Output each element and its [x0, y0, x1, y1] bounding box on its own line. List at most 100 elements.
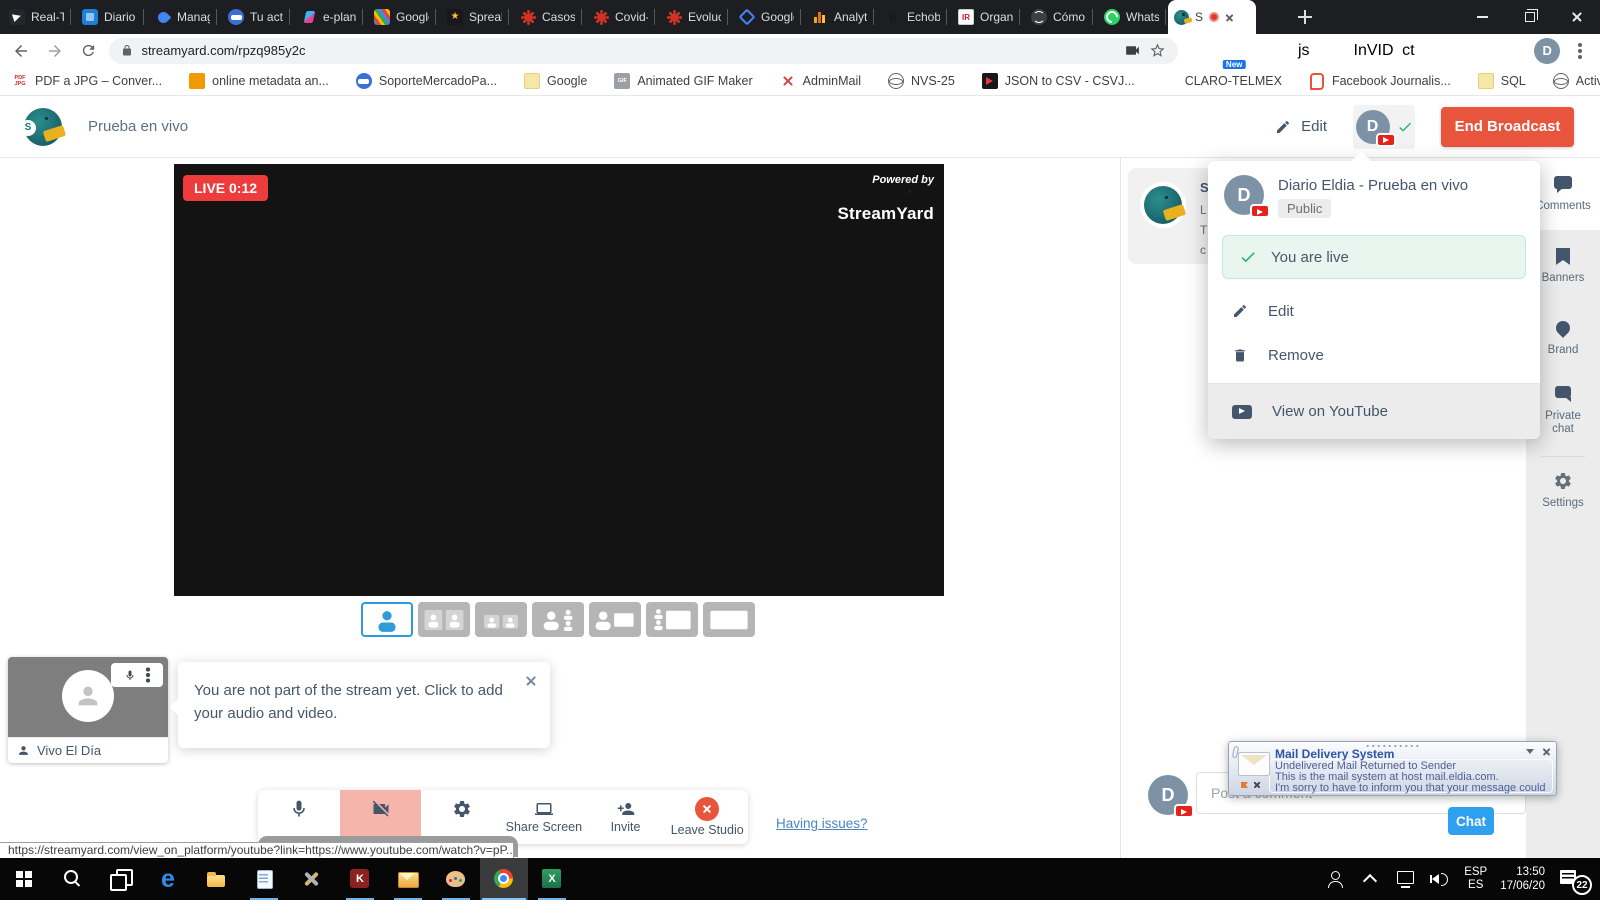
tray-chevron-up-icon[interactable] — [1359, 868, 1381, 890]
self-video-frame[interactable] — [8, 657, 168, 737]
extension-icon[interactable] — [1256, 37, 1283, 64]
bookmark-item[interactable]: AdminMail — [780, 73, 861, 89]
taskbar-app-button[interactable]: X — [528, 858, 576, 900]
taskbar-app-button[interactable] — [48, 858, 96, 900]
layout-option-small-side-by-side[interactable] — [475, 602, 527, 637]
bookmark-item[interactable]: Google — [524, 73, 587, 89]
flag-icon[interactable] — [1241, 782, 1248, 788]
extension-icon[interactable]: ct — [1395, 37, 1422, 64]
tray-volume-icon[interactable] — [1429, 868, 1451, 890]
share-screen-button[interactable]: Share Screen — [503, 790, 585, 844]
layout-option-speaker-screen[interactable] — [589, 602, 641, 637]
sidebar-tab-settings[interactable]: Settings — [1526, 471, 1600, 510]
browser-tab[interactable]: Covid-1 — [584, 0, 657, 34]
chrome-menu-icon[interactable] — [1578, 49, 1582, 53]
window-close-button[interactable] — [1553, 0, 1600, 34]
browser-tab[interactable]: e-plann — [292, 0, 365, 34]
browser-tab[interactable]: Real-Tim — [0, 0, 73, 34]
bookmark-item[interactable]: NVS-25 — [888, 73, 955, 89]
chat-button[interactable]: Chat — [1448, 807, 1494, 835]
bookmark-item[interactable]: SQL — [1478, 73, 1526, 89]
browser-tab[interactable]: Casos e — [511, 0, 584, 34]
layout-option-side-by-side[interactable] — [418, 602, 470, 637]
bookmark-item[interactable]: SoporteMercadoPa... — [356, 73, 497, 89]
bookmark-item[interactable]: JSON to CSV - CSVJ... — [982, 73, 1135, 89]
extension-icon[interactable] — [1325, 37, 1352, 64]
browser-tab[interactable]: Cómo l — [1022, 0, 1095, 34]
tray-people-icon[interactable] — [1324, 868, 1346, 890]
extension-icon[interactable] — [1499, 37, 1526, 64]
extension-icon[interactable]: InVID — [1360, 37, 1387, 64]
browser-tab[interactable]: e Echobo — [876, 0, 949, 34]
new-tab-button[interactable] — [1292, 4, 1318, 30]
browser-tab[interactable]: Google — [730, 0, 803, 34]
tray-notifications[interactable]: 22 — [1558, 866, 1588, 892]
destination-avatar-button[interactable]: D — [1353, 105, 1415, 149]
browser-tab[interactable]: Manage — [146, 0, 219, 34]
back-icon[interactable] — [8, 38, 34, 64]
layout-option-screen-only[interactable] — [703, 602, 755, 637]
browser-tab[interactable]: Diario E — [73, 0, 146, 34]
extension-icon[interactable] — [1186, 37, 1213, 64]
bookmark-item[interactable]: Facebook Journalis... — [1309, 73, 1451, 89]
forward-icon[interactable] — [42, 38, 68, 64]
browser-tab[interactable]: Analytic — [803, 0, 876, 34]
window-restore-button[interactable] — [1506, 0, 1553, 34]
layout-option-solo[interactable] — [361, 602, 413, 637]
taskbar-app-button[interactable]: K — [336, 858, 384, 900]
taskbar-app-button[interactable] — [96, 858, 144, 900]
end-broadcast-button[interactable]: End Broadcast — [1441, 107, 1574, 147]
browser-tab[interactable]: WhatsA — [1095, 0, 1168, 34]
mail-notification-popup[interactable]: Mail Delivery System Undelivered Mail Re… — [1228, 741, 1557, 796]
tray-language[interactable]: ESP ES — [1464, 866, 1487, 892]
extension-icon[interactable] — [1465, 37, 1492, 64]
layout-option-speaker-grid[interactable] — [532, 602, 584, 637]
browser-profile-avatar[interactable]: D — [1534, 38, 1560, 64]
reload-icon[interactable] — [76, 38, 102, 64]
bookmark-star-icon[interactable] — [1149, 42, 1166, 59]
popup-options-icon[interactable] — [1526, 749, 1534, 754]
tab-close-icon[interactable] — [1225, 13, 1234, 22]
extension-icon[interactable]: js — [1290, 37, 1317, 64]
media-camera-icon[interactable] — [1124, 44, 1141, 57]
taskbar-app-button[interactable] — [192, 858, 240, 900]
tray-clock[interactable]: 13:50 17/06/20 — [1500, 865, 1545, 893]
bookmark-item[interactable]: online metadata an... — [189, 73, 329, 89]
browser-tab[interactable]: Evoluci — [657, 0, 730, 34]
extension-icon[interactable] — [1430, 37, 1457, 64]
delete-mail-icon[interactable] — [1253, 781, 1261, 789]
window-minimize-button[interactable] — [1459, 0, 1506, 34]
invite-button[interactable]: Invite — [585, 790, 667, 844]
browser-tab[interactable]: Tu activ — [219, 0, 292, 34]
taskbar-app-button[interactable] — [288, 858, 336, 900]
popup-close-icon[interactable] — [1542, 747, 1551, 756]
mic-icon[interactable] — [124, 668, 136, 683]
tooltip-close-icon[interactable] — [525, 675, 537, 687]
taskbar-app-button[interactable] — [384, 858, 432, 900]
leave-studio-button[interactable]: Leave Studio — [666, 790, 748, 844]
bookmark-item[interactable]: GIF Animated GIF Maker — [614, 73, 752, 89]
taskbar-app-button[interactable] — [432, 858, 480, 900]
bookmark-item[interactable]: PDF JPG PDF a JPG – Conver... — [12, 73, 162, 89]
taskbar-app-button[interactable]: e — [144, 858, 192, 900]
bookmark-item[interactable]: Activate HUD — [1553, 73, 1600, 89]
bookmark-item[interactable]: CLARO-TELMEX — [1162, 73, 1282, 89]
taskbar-app-button[interactable] — [240, 858, 288, 900]
taskbar-app-button[interactable] — [0, 858, 48, 900]
browser-tab[interactable]: Spreake — [438, 0, 511, 34]
tray-network-icon[interactable] — [1394, 868, 1416, 890]
browser-tab[interactable]: IR Organiz — [949, 0, 1022, 34]
address-bar[interactable]: streamyard.com/rpzq985y2c — [109, 38, 1178, 64]
self-video-preview[interactable]: Vivo El Día — [8, 657, 168, 763]
browser-tab-active-streamyard[interactable]: S — [1168, 0, 1256, 34]
more-options-icon[interactable] — [146, 673, 150, 677]
extension-icon[interactable]: New — [1221, 37, 1248, 64]
dropdown-view-on-youtube-item[interactable]: View on YouTube — [1208, 384, 1540, 439]
taskbar-app-button[interactable] — [480, 858, 528, 900]
dropdown-remove-item[interactable]: Remove — [1208, 335, 1540, 375]
layout-option-sidebar-screen[interactable] — [646, 602, 698, 637]
having-issues-link[interactable]: Having issues? — [776, 816, 868, 831]
dropdown-edit-item[interactable]: Edit — [1208, 291, 1540, 331]
edit-broadcast-button[interactable]: Edit — [1275, 118, 1327, 135]
browser-tab[interactable]: Google — [365, 0, 438, 34]
